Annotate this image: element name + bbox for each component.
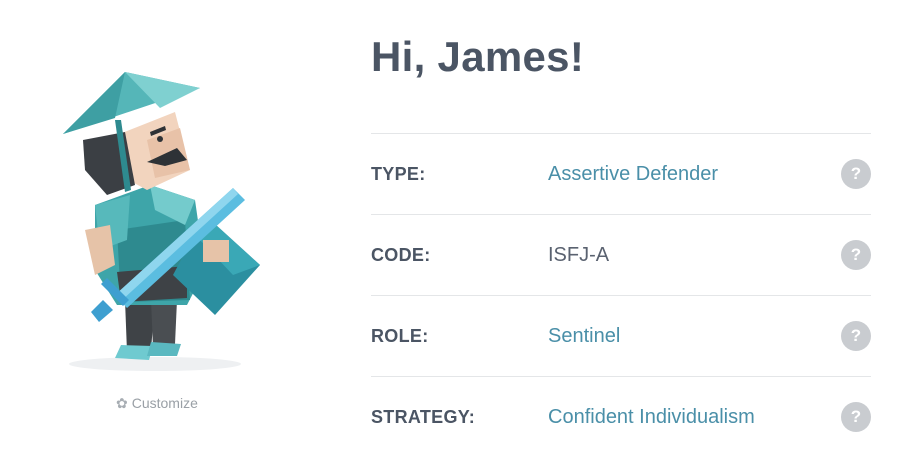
gear-icon: ✿ <box>116 395 128 411</box>
code-help-icon[interactable]: ? <box>841 240 871 270</box>
customize-label: Customize <box>131 395 198 411</box>
greeting-title: Hi, James! <box>371 33 585 80</box>
type-value-link[interactable]: Assertive Defender <box>548 163 718 186</box>
type-label: TYPE: <box>371 164 426 184</box>
defender-character-icon <box>63 72 260 371</box>
strategy-row: STRATEGY: Confident Individualism ? <box>371 376 871 457</box>
role-value-link[interactable]: Sentinel <box>548 325 620 348</box>
type-row: TYPE: Assertive Defender ? <box>371 133 871 214</box>
code-row: CODE: ISFJ-A ? <box>371 214 871 295</box>
role-help-icon[interactable]: ? <box>841 321 871 351</box>
strategy-label: STRATEGY: <box>371 407 476 427</box>
profile-details: TYPE: Assertive Defender ? CODE: ISFJ-A … <box>371 133 871 457</box>
strategy-value-link[interactable]: Confident Individualism <box>548 406 755 429</box>
role-row: ROLE: Sentinel ? <box>371 295 871 376</box>
type-help-icon[interactable]: ? <box>841 159 871 189</box>
code-value: ISFJ-A <box>548 244 610 266</box>
strategy-help-icon[interactable]: ? <box>841 402 871 432</box>
customize-link[interactable]: ✿ Customize <box>116 395 198 411</box>
role-label: ROLE: <box>371 326 429 346</box>
code-label: CODE: <box>371 245 431 265</box>
avatar-illustration <box>55 60 275 380</box>
